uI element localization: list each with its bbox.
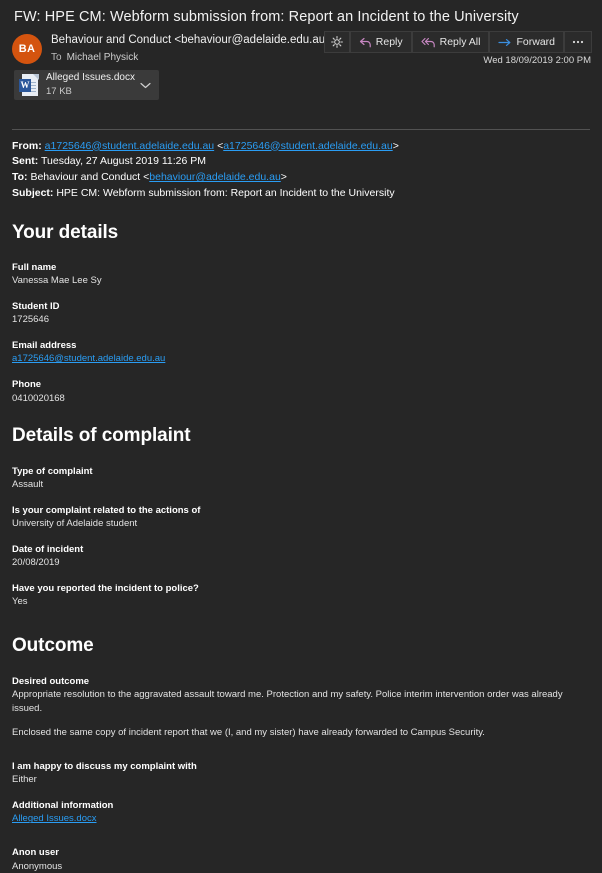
brightness-button[interactable]	[323, 31, 350, 53]
word-badge-letter: W	[19, 78, 31, 92]
subject-value: HPE CM: Webform submission from: Report …	[56, 186, 395, 199]
ellipsis-icon	[571, 37, 585, 47]
field-label: Type of complaint	[12, 465, 93, 477]
word-document-icon: W	[19, 73, 39, 97]
reply-all-button-label: Reply All	[439, 36, 481, 48]
to-email-link[interactable]: behaviour@adelaide.edu.au	[149, 171, 281, 183]
page-title: FW: HPE CM: Webform submission from: Rep…	[14, 9, 519, 25]
field-reported-to-police: Have you reported the incident to police…	[12, 582, 590, 609]
sender-block: Behaviour and Conduct <behaviour@adelaid…	[51, 32, 332, 64]
recipient-line: To Michael Physick	[51, 51, 332, 65]
reply-arrow-icon	[359, 37, 372, 48]
field-label: Phone	[12, 379, 42, 391]
attachment-meta: Alleged Issues.docx 17 KB	[46, 72, 135, 97]
field-label: Have you reported the incident to police…	[12, 582, 199, 594]
to-name-body: Behaviour and Conduct <	[30, 171, 150, 184]
attachment-filesize: 17 KB	[46, 85, 72, 97]
field-label: Desired outcome	[12, 675, 90, 687]
section-heading-outcome: Outcome	[12, 635, 94, 657]
reply-button-label: Reply	[375, 36, 403, 48]
forwarded-sent-line: Sent: Tuesday, 27 August 2019 11:26 PM	[12, 154, 590, 170]
message-timestamp: Wed 18/09/2019 2:00 PM	[483, 55, 591, 66]
field-related-to-actions-of: Is your complaint related to the actions…	[12, 504, 590, 531]
field-value: 20/08/2019	[12, 557, 60, 569]
field-value: Anonymous	[12, 860, 63, 872]
sent-value: Tuesday, 27 August 2019 11:26 PM	[40, 155, 206, 168]
field-date-of-incident: Date of incident 20/08/2019	[12, 543, 590, 570]
attachment-filename: Alleged Issues.docx	[46, 72, 135, 84]
to-label-body: To:	[12, 171, 28, 184]
field-phone: Phone 0410020168	[12, 378, 590, 405]
from-bracket-open: <	[214, 139, 224, 152]
reply-all-arrow-icon	[421, 37, 436, 48]
field-value: Alleged Issues.docx	[12, 812, 590, 826]
to-close-bracket: >	[280, 171, 287, 184]
field-email-address: Email address a1725646@student.adelaide.…	[12, 339, 590, 366]
to-label: To	[51, 51, 62, 63]
field-value: Either	[12, 774, 37, 786]
forwarded-subject-line: Subject: HPE CM: Webform submission from…	[12, 186, 590, 202]
field-label: Full name	[12, 262, 57, 274]
forwarded-from-line: From: a1725646@student.adelaide.edu.au <…	[12, 139, 590, 155]
field-additional-information: Additional information Alleged Issues.do…	[12, 799, 590, 826]
field-value: Appropriate resolution to the aggravated…	[12, 688, 563, 714]
message-body: From: a1725646@student.adelaide.edu.au <…	[0, 130, 602, 873]
forward-arrow-icon	[498, 37, 512, 48]
field-value: Vanessa Mae Lee Sy	[12, 275, 102, 287]
from-email-link-1[interactable]: a1725646@student.adelaide.edu.au	[45, 140, 214, 152]
field-label: Date of incident	[12, 543, 84, 555]
field-value: a1725646@student.adelaide.edu.au	[12, 352, 590, 366]
field-label: Email address	[12, 340, 77, 352]
avatar: BA	[12, 34, 42, 64]
attachment-area: W Alleged Issues.docx 17 KB	[0, 64, 602, 102]
from-bracket-close: >	[392, 139, 399, 152]
sender-name-and-address: Behaviour and Conduct <behaviour@adelaid…	[51, 34, 332, 46]
field-value: University of Adelaide student	[12, 518, 138, 530]
field-label: Anon user	[12, 847, 59, 859]
reply-all-button[interactable]: Reply All	[411, 31, 490, 53]
field-value: Yes	[12, 596, 28, 608]
reply-button[interactable]: Reply	[349, 31, 412, 53]
subject-label: Subject:	[12, 186, 54, 199]
forward-button[interactable]: Forward	[489, 31, 564, 53]
field-value: 0410020168	[12, 392, 65, 404]
section-heading-your-details: Your details	[12, 221, 119, 243]
student-email-link[interactable]: a1725646@student.adelaide.edu.au	[12, 353, 165, 364]
field-label: Is your complaint related to the actions…	[12, 504, 201, 516]
field-value: Assault	[12, 479, 44, 491]
field-student-id: Student ID 1725646	[12, 300, 590, 327]
recipient-names: Michael Physick	[66, 51, 139, 63]
additional-information-attachment-link[interactable]: Alleged Issues.docx	[12, 813, 97, 824]
field-label: Additional information	[12, 800, 114, 812]
field-desired-outcome: Desired outcome Appropriate resolution t…	[12, 675, 590, 741]
more-actions-button[interactable]	[564, 31, 592, 53]
field-full-name: Full name Vanessa Mae Lee Sy	[12, 261, 590, 288]
sent-label: Sent:	[12, 155, 39, 168]
field-value: 1725646	[12, 314, 49, 326]
field-label: Student ID	[12, 301, 60, 313]
forward-button-label: Forward	[516, 36, 555, 48]
brightness-icon	[330, 36, 343, 48]
forwarded-to-line: To: Behaviour and Conduct <behaviour@ade…	[12, 170, 590, 186]
desired-outcome-paragraph-2: Enclosed the same copy of incident repor…	[12, 727, 485, 739]
message-header: BA Behaviour and Conduct <behaviour@adel…	[0, 29, 602, 66]
field-anon-user: Anon user Anonymous	[12, 846, 590, 873]
field-label: I am happy to discuss my complaint with	[12, 761, 197, 773]
from-email-link-2[interactable]: a1725646@student.adelaide.edu.au	[223, 140, 392, 152]
field-type-of-complaint: Type of complaint Assault	[12, 465, 590, 492]
field-happy-to-discuss-with: I am happy to discuss my complaint with …	[12, 760, 590, 787]
from-label: From:	[12, 139, 42, 152]
chevron-down-icon[interactable]	[135, 82, 157, 89]
message-action-bar: Reply Reply All Forward	[323, 31, 592, 53]
section-heading-details-of-complaint: Details of complaint	[12, 425, 191, 447]
attachment-chip[interactable]: W Alleged Issues.docx 17 KB	[14, 70, 159, 101]
